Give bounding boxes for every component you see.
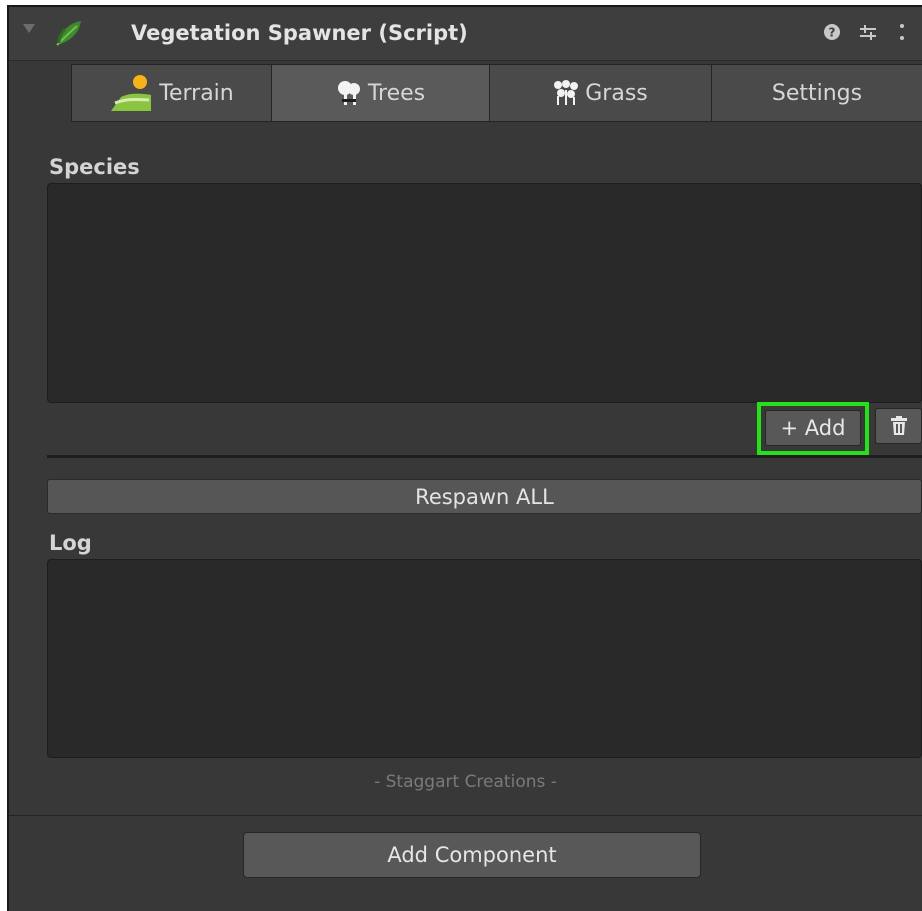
presets-icon[interactable] — [855, 17, 881, 47]
tab-label: Trees — [367, 80, 426, 106]
remove-species-button[interactable] — [875, 408, 922, 444]
terrain-icon — [111, 75, 152, 111]
divider — [47, 455, 922, 458]
tab-trees[interactable]: Trees — [271, 64, 490, 122]
respawn-all-button[interactable]: Respawn ALL — [47, 479, 922, 514]
tab-terrain[interactable]: Terrain — [71, 64, 272, 122]
help-icon[interactable]: ? — [819, 17, 845, 47]
tab-grass[interactable]: Grass — [489, 64, 712, 122]
tab-bar: Terrain Trees Grass Settings — [71, 64, 922, 124]
log-area[interactable] — [47, 559, 922, 758]
component-title: Vegetation Spawner (Script) — [131, 21, 468, 45]
tab-label: Grass — [585, 80, 648, 106]
component-header[interactable]: Vegetation Spawner (Script) ? — [9, 7, 922, 61]
foldout-arrow-icon[interactable] — [23, 24, 35, 33]
species-list[interactable] — [47, 183, 922, 403]
trash-icon — [890, 416, 907, 435]
tab-settings[interactable]: Settings — [711, 64, 922, 122]
grass-icon — [554, 80, 579, 105]
log-label: Log — [49, 531, 92, 555]
kebab-menu-icon[interactable] — [889, 17, 915, 47]
inspector-panel: Vegetation Spawner (Script) ? Terrain Tr… — [7, 5, 922, 911]
tab-label: Settings — [771, 80, 863, 106]
credits-text: - Staggart Creations - — [374, 772, 557, 792]
species-label: Species — [49, 155, 140, 179]
separator — [9, 815, 922, 816]
svg-text:?: ? — [829, 26, 836, 40]
add-component-button[interactable]: Add Component — [243, 832, 701, 878]
trees-icon — [337, 81, 360, 105]
tab-label: Terrain — [159, 80, 234, 106]
add-button-highlight — [757, 402, 869, 455]
vegetation-leaf-icon — [56, 21, 81, 46]
